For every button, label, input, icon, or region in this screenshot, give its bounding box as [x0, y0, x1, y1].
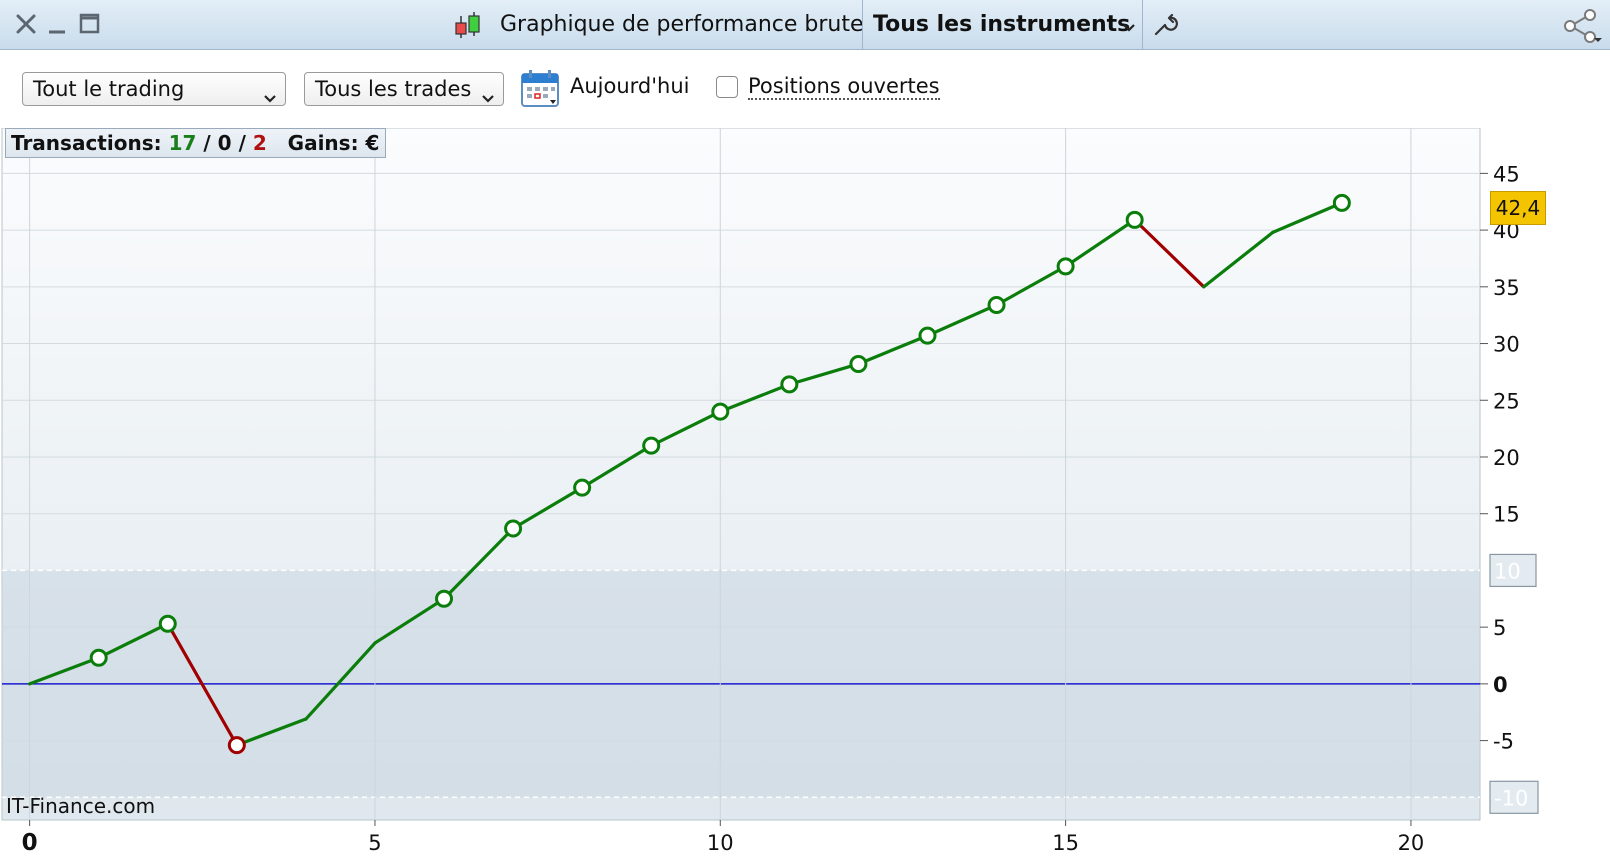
y-tick-label: 45 — [1493, 162, 1520, 186]
trade-point — [158, 614, 177, 633]
trade-point — [711, 402, 730, 421]
trade-point — [849, 354, 868, 373]
titlebar-divider — [1142, 0, 1143, 50]
trade-point — [1332, 193, 1351, 212]
window-title: Graphique de performance brute — [500, 12, 864, 37]
y-tick-label: 5 — [1493, 616, 1506, 640]
open-positions-label[interactable]: Positions ouvertes — [748, 74, 940, 100]
trade-point — [1056, 257, 1075, 276]
y-boxed-tick-label: -10 — [1494, 786, 1528, 810]
maximize-icon[interactable] — [77, 11, 103, 37]
calendar-icon[interactable] — [520, 68, 562, 112]
period-select[interactable]: Tout le trading — [22, 72, 286, 106]
period-select-value: Tout le trading — [33, 77, 185, 101]
trade-point — [504, 519, 523, 538]
y-tick-label: 25 — [1493, 389, 1520, 413]
x-tick-label: 5 — [368, 831, 381, 855]
y-tick-label: 20 — [1493, 446, 1520, 470]
watermark: IT-Finance.com — [6, 794, 156, 818]
window-titlebar: Graphique de performance brute Tous les … — [0, 0, 1610, 50]
wins-count: 17 — [168, 131, 197, 155]
trade-point — [780, 375, 799, 394]
y-tick-label: 30 — [1493, 333, 1520, 357]
currency-symbol: € — [365, 131, 380, 155]
y-tick-label: 0 — [1493, 673, 1508, 697]
trade-point — [1125, 210, 1144, 229]
stats-separator: / — [238, 131, 246, 155]
chevron-down-icon[interactable] — [1122, 18, 1136, 37]
minimize-icon[interactable] — [45, 11, 71, 37]
trade-point — [89, 648, 108, 667]
close-icon[interactable] — [13, 11, 39, 37]
trade-point — [918, 326, 937, 345]
today-label[interactable]: Aujourd'hui — [570, 74, 690, 98]
x-tick-label: 20 — [1398, 831, 1425, 855]
chevron-down-icon — [481, 85, 495, 109]
open-positions-checkbox[interactable] — [716, 76, 738, 98]
titlebar-divider — [862, 0, 863, 50]
transactions-label: Transactions: — [11, 131, 162, 155]
trade-point — [227, 736, 246, 755]
stats-separator: / — [203, 131, 211, 155]
trade-point — [642, 436, 661, 455]
trades-select[interactable]: Tous les trades — [304, 72, 504, 106]
gains-label: Gains: — [287, 131, 359, 155]
x-tick-label: 0 — [22, 830, 38, 856]
trade-point — [435, 589, 454, 608]
neutral-count: 0 — [217, 131, 232, 155]
trade-point — [573, 478, 592, 497]
trade-point — [987, 295, 1006, 314]
x-tick-label: 15 — [1052, 831, 1079, 855]
candlestick-chart-icon — [452, 10, 484, 42]
trades-select-value: Tous les trades — [315, 77, 472, 101]
chevron-down-icon — [263, 85, 277, 109]
share-icon[interactable] — [1562, 8, 1602, 48]
y-tick-label: 35 — [1493, 276, 1520, 300]
y-boxed-tick-label: 10 — [1494, 559, 1521, 583]
instrument-selector[interactable]: Tous les instruments — [873, 12, 1130, 37]
transactions-summary: Transactions: 17 / 0 / 2 Gains: € — [5, 128, 387, 158]
performance-chart: 4540353025201550-510-10 0 5 10 15 20 — [1, 128, 1539, 856]
y-tick-label: 15 — [1493, 503, 1520, 527]
x-tick-label: 10 — [707, 831, 734, 855]
losses-count: 2 — [252, 131, 267, 155]
current-value-badge: 42,4 — [1490, 191, 1546, 225]
wrench-icon[interactable] — [1152, 12, 1178, 42]
y-tick-label: -5 — [1493, 730, 1514, 754]
